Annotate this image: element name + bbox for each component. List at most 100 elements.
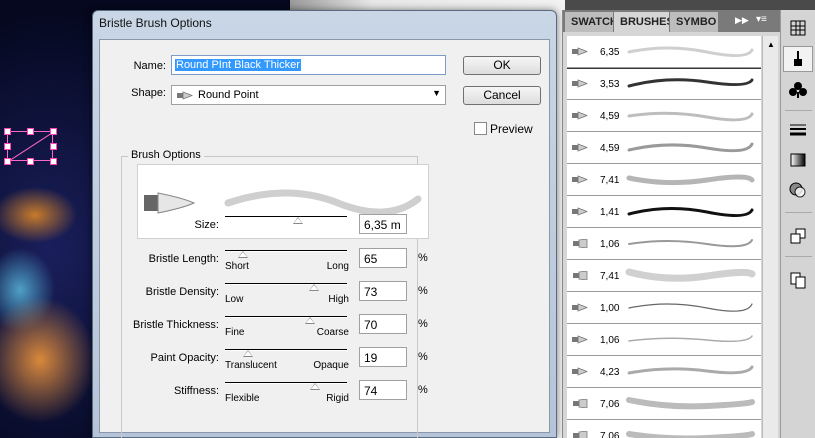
selection-handle[interactable]: [50, 158, 57, 165]
shape-select-value: Round Point: [198, 89, 259, 101]
brush-list-item[interactable]: 1,00: [567, 292, 761, 324]
stroke-icon[interactable]: [788, 120, 808, 140]
percent-unit: %: [418, 351, 428, 363]
swatches-icon[interactable]: [788, 18, 808, 38]
brush-stroke-preview: [627, 206, 754, 217]
transparency-icon[interactable]: [788, 180, 808, 200]
percent-unit: %: [418, 285, 428, 297]
brush-list-item[interactable]: 7,06: [567, 420, 761, 438]
brush-stroke-preview: [626, 174, 755, 186]
slider-thumb[interactable]: [310, 383, 320, 390]
panel-tab-bar: SWATCH BRUSHES SYMBO ▶▶ ▾≡: [563, 10, 781, 32]
brush-list-item[interactable]: 1,06: [567, 324, 761, 356]
brush-list-item[interactable]: 7,41: [567, 164, 761, 196]
slider-max-label: High: [328, 294, 349, 305]
slider-label: Stiffness:: [173, 385, 219, 397]
slider-label: Paint Opacity:: [150, 352, 219, 364]
brush-list-item[interactable]: 7,41: [567, 260, 761, 292]
slider-value-input[interactable]: 65: [359, 248, 407, 268]
shape-label: Shape:: [131, 87, 166, 99]
dialog-body: Name: Round PInt Black Thicker Shape: Ro…: [99, 39, 550, 438]
bristle-brush-options-dialog: Bristle Brush Options Name: Round PInt B…: [92, 10, 557, 438]
brush-stroke-preview: [628, 303, 753, 312]
tab-swatches[interactable]: SWATCH: [565, 12, 613, 32]
slider-value-input[interactable]: 19: [359, 347, 407, 367]
ok-button[interactable]: OK: [463, 56, 541, 75]
brush-list-item[interactable]: 1,06: [567, 228, 761, 260]
brush-list-item[interactable]: 4,23: [567, 356, 761, 388]
slider-label: Bristle Length:: [148, 253, 219, 265]
selection-bounding-box[interactable]: [7, 131, 53, 161]
brushes-panel: SWATCH BRUSHES SYMBO ▶▶ ▾≡ 6,35 3,53 4,5…: [562, 10, 781, 438]
brush-list: 6,35 3,53 4,59 4,59 7,41 1,41 1,06 7,41 …: [567, 36, 761, 438]
brush-stroke-preview: [627, 46, 754, 57]
cancel-button[interactable]: Cancel: [463, 86, 541, 105]
slider-value-input[interactable]: 70: [359, 314, 407, 334]
percent-unit: %: [418, 318, 428, 330]
slider-track[interactable]: [225, 382, 347, 384]
slider-max-label: Long: [326, 261, 349, 272]
brush-options-group-title: Brush Options: [128, 149, 204, 161]
brush-list-item[interactable]: 3,53: [567, 68, 761, 100]
selection-handle[interactable]: [27, 128, 34, 135]
percent-unit: %: [418, 252, 428, 264]
scroll-up-icon[interactable]: ▲: [767, 40, 775, 49]
brush-stroke-preview: [627, 78, 754, 88]
selection-handle[interactable]: [50, 143, 57, 150]
collapse-icon[interactable]: ▶▶: [735, 15, 749, 26]
percent-unit: %: [418, 384, 428, 396]
shape-select[interactable]: Round Point ▼: [171, 85, 446, 105]
symbols-icon[interactable]: [788, 80, 808, 100]
brush-list-item[interactable]: 6,35: [567, 36, 761, 69]
slider-track[interactable]: [225, 216, 347, 218]
brush-stroke-preview: [626, 397, 755, 410]
brush-list-item[interactable]: 1,41: [567, 196, 761, 228]
slider-track[interactable]: [225, 283, 347, 285]
brush-list-item[interactable]: 4,59: [567, 132, 761, 164]
panel-dock: [780, 10, 815, 438]
brush-stroke-preview: [627, 142, 754, 153]
slider-max-label: Opaque: [313, 360, 349, 371]
preview-label: Preview: [490, 122, 533, 136]
selection-handle[interactable]: [4, 158, 11, 165]
brush-stroke-preview: [627, 111, 754, 122]
brush-stroke-preview: [628, 239, 753, 248]
selection-handle[interactable]: [4, 128, 11, 135]
slider-value-input[interactable]: 74: [359, 380, 407, 400]
slider-value-input[interactable]: 6,35 m: [359, 214, 407, 234]
name-label: Name:: [133, 60, 166, 72]
selection-handle[interactable]: [50, 128, 57, 135]
preview-checkbox[interactable]: [474, 122, 487, 135]
selection-handle[interactable]: [4, 143, 11, 150]
gradient-icon[interactable]: [788, 150, 808, 170]
slider-min-label: Flexible: [225, 393, 260, 404]
slider-thumb[interactable]: [243, 350, 253, 357]
panel-menu-icon[interactable]: ▾≡: [756, 14, 767, 25]
slider-max-label: Rigid: [326, 393, 349, 404]
selection-handle[interactable]: [27, 158, 34, 165]
tab-brushes[interactable]: BRUSHES: [614, 12, 669, 32]
brush-list-item[interactable]: 4,59: [567, 100, 761, 132]
name-input-value: Round PInt Black Thicker: [175, 59, 301, 71]
slider-min-label: Short: [225, 261, 249, 272]
brush-stroke-preview: [627, 365, 754, 375]
slider-thumb[interactable]: [293, 217, 303, 224]
slider-min-label: Fine: [225, 327, 245, 338]
slider-thumb[interactable]: [309, 284, 319, 291]
dialog-title: Bristle Brush Options: [99, 16, 212, 30]
brush-stroke-preview: [626, 431, 755, 438]
slider-label: Bristle Thickness:: [133, 319, 219, 331]
tab-symbols[interactable]: SYMBO: [670, 12, 718, 32]
slider-thumb[interactable]: [305, 317, 315, 324]
slider-min-label: Translucent: [225, 360, 277, 371]
slider-track[interactable]: [225, 316, 347, 318]
align-icon[interactable]: [788, 226, 808, 246]
name-input[interactable]: Round PInt Black Thicker: [171, 55, 446, 75]
brush-list-scrollbar[interactable]: ▲: [762, 36, 778, 438]
slider-thumb[interactable]: [238, 251, 248, 258]
brushes-icon[interactable]: [788, 49, 808, 69]
brush-list-item[interactable]: 7,06: [567, 388, 761, 420]
layers-icon[interactable]: [788, 270, 808, 290]
slider-max-label: Coarse: [316, 327, 349, 338]
slider-value-input[interactable]: 73: [359, 281, 407, 301]
